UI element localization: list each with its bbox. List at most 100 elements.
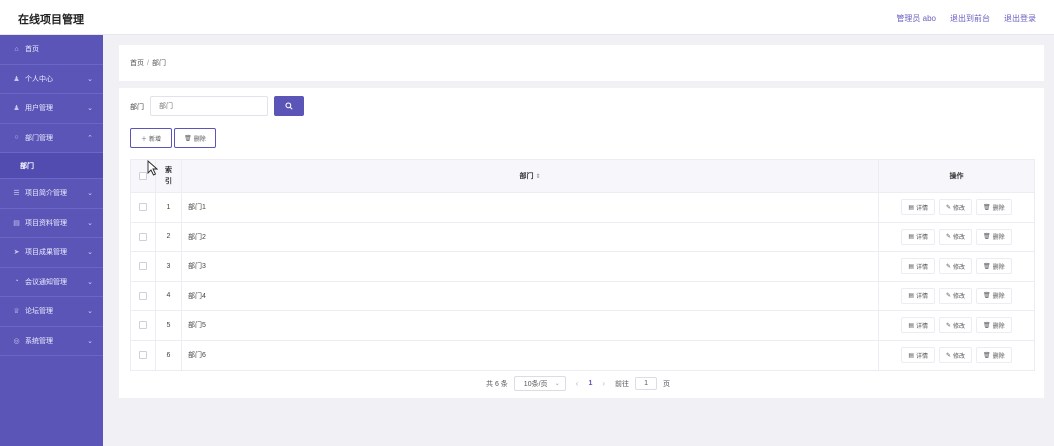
row-name: 部门3	[182, 252, 879, 281]
edit-icon: ✎	[946, 352, 952, 359]
edit-button[interactable]: ✎ 修改	[939, 317, 973, 334]
mouse-cursor-icon	[147, 160, 158, 176]
sidebar-item-home[interactable]: ⌂ 首页	[0, 35, 103, 65]
sidebar-item-dept-management[interactable]: ○ 部门管理 ⌃	[0, 123, 103, 153]
edit-button[interactable]: ✎ 修改	[939, 347, 973, 364]
document-icon: ▤	[908, 293, 914, 300]
search-button[interactable]	[274, 96, 304, 116]
breadcrumb-separator: /	[147, 60, 149, 67]
row-name: 部门6	[182, 340, 879, 370]
row-checkbox[interactable]	[139, 291, 147, 300]
delete-button[interactable]: 🗑︎ 删除	[976, 317, 1012, 334]
sidebar-item-project-intro[interactable]: ☰ 项目简介管理 ⌄	[0, 179, 103, 209]
sidebar-item-system[interactable]: ◎ 系统管理 ⌄	[0, 327, 103, 356]
detail-button[interactable]: ▤ 详情	[901, 199, 935, 216]
detail-label: 详情	[915, 235, 928, 242]
detail-button[interactable]: ▤ 详情	[901, 347, 935, 364]
breadcrumb-home[interactable]: 首页	[130, 60, 144, 67]
select-all-checkbox[interactable]	[139, 172, 147, 180]
plus-icon: ＋	[140, 136, 147, 143]
trash-icon: 🗑︎	[983, 263, 991, 270]
delete-button[interactable]: 🗑︎ 删除	[976, 199, 1012, 216]
delete-button[interactable]: 🗑︎ 删除	[976, 347, 1012, 364]
sidebar-item-label: 项目资料管理	[25, 219, 67, 227]
exit-to-front-link[interactable]: 退出到前台	[950, 13, 990, 24]
table-row: 1 部门1 ▤ 详情 ✎ 修改 🗑︎ 删除	[131, 193, 1034, 223]
delete-button[interactable]: 🗑︎ 删除	[976, 228, 1012, 245]
sort-icon: ⇕	[535, 173, 541, 180]
chevron-down-icon: ⌄	[87, 337, 93, 345]
detail-button[interactable]: ▤ 详情	[901, 258, 935, 275]
pagination: 共 6 条 10条/页 ⌄ ‹ 1 › 前往 1 页	[486, 376, 670, 391]
delete-button-label: 删除	[193, 136, 206, 143]
trash-icon: 🗑︎	[983, 204, 991, 211]
edit-button[interactable]: ✎ 修改	[939, 287, 973, 304]
user-icon: ♟	[13, 75, 20, 83]
list-icon: ☰	[13, 190, 20, 198]
page-size-select[interactable]: 10条/页 ⌄	[513, 376, 566, 391]
edit-button[interactable]: ✎ 修改	[939, 199, 973, 216]
dept-table: 索引 部门 ⇕ 操作 1 部门1 ▤ 详情 ✎ 修改 🗑︎ 删除 2 部门2 ▤ 详情 …	[130, 159, 1035, 371]
edit-button[interactable]: ✎ 修改	[939, 258, 973, 275]
row-checkbox[interactable]	[139, 232, 147, 241]
document-icon: ▤	[908, 263, 914, 270]
next-page-icon[interactable]: ›	[602, 379, 605, 388]
detail-button[interactable]: ▤ 详情	[901, 287, 935, 304]
sidebar-item-user-management[interactable]: ♟ 用户管理 ⌄	[0, 94, 103, 124]
name-header-sort[interactable]: 部门 ⇕	[182, 160, 879, 192]
row-name: 部门2	[182, 222, 879, 251]
edit-label: 修改	[953, 264, 966, 271]
edit-label: 修改	[953, 205, 966, 212]
add-button[interactable]: ＋ 新增	[130, 128, 172, 148]
chevron-down-icon: ⌄	[87, 249, 93, 256]
detail-label: 详情	[915, 323, 928, 330]
sidebar-item-label: 系统管理	[25, 337, 53, 345]
detail-button[interactable]: ▤ 详情	[901, 228, 935, 245]
add-button-label: 新增	[149, 136, 162, 143]
sidebar-item-project-materials[interactable]: ▤ 项目资料管理 ⌄	[0, 209, 103, 238]
batch-delete-button[interactable]: 🗑︎ 删除	[174, 128, 216, 148]
breadcrumb-current: 部门	[151, 60, 166, 67]
sidebar-item-forum[interactable]: ♕ 论坛管理 ⌄	[0, 297, 103, 327]
trash-icon: 🗑︎	[983, 322, 991, 329]
sidebar-item-dept[interactable]: 部门	[0, 153, 103, 179]
total-count: 共 6 条	[486, 380, 508, 388]
goto-page-input[interactable]: 1	[635, 377, 658, 390]
goto-label: 前往	[615, 380, 630, 388]
logout-link[interactable]: 退出登录	[1004, 13, 1036, 24]
detail-button[interactable]: ▤ 详情	[901, 317, 935, 334]
edit-icon: ✎	[946, 204, 952, 211]
sidebar-item-label: 会议通知管理	[25, 278, 67, 286]
search-icon	[285, 102, 293, 110]
row-index: 3	[156, 252, 182, 281]
settings-icon: ◎	[13, 337, 20, 345]
delete-button[interactable]: 🗑︎ 删除	[976, 258, 1012, 275]
delete-button[interactable]: 🗑︎ 删除	[976, 287, 1012, 304]
edit-button[interactable]: ✎ 修改	[939, 228, 973, 245]
trash-icon: 🗑︎	[983, 352, 991, 359]
row-checkbox[interactable]	[139, 262, 147, 271]
row-checkbox[interactable]	[139, 321, 147, 330]
row-checkbox[interactable]	[139, 351, 147, 360]
sidebar-item-project-results[interactable]: ➤ 项目成果管理 ⌄	[0, 238, 103, 268]
sidebar-item-personal-center[interactable]: ♟ 个人中心 ⌄	[0, 65, 103, 94]
detail-label: 详情	[915, 294, 928, 301]
document-icon: ▤	[908, 352, 914, 359]
admin-name: 管理员 abo	[896, 14, 936, 23]
home-icon: ⌂	[14, 45, 19, 53]
row-name: 部门1	[182, 193, 879, 222]
sidebar-item-meeting-notice[interactable]: ◔ 会议通知管理 ⌄	[0, 268, 103, 297]
ops-header: 操作	[949, 173, 964, 180]
sidebar-item-label: 部门管理	[25, 134, 53, 142]
sidebar-item-label: 项目成果管理	[25, 249, 67, 257]
prev-page-icon[interactable]: ‹	[576, 379, 579, 388]
table-header: 索引 部门 ⇕ 操作	[131, 160, 1034, 193]
chevron-down-icon: ⌄	[87, 105, 93, 112]
current-page[interactable]: 1	[588, 380, 592, 387]
row-checkbox[interactable]	[139, 203, 147, 212]
dept-search-input[interactable]	[150, 96, 268, 116]
row-name: 部门4	[182, 281, 879, 310]
chevron-down-icon: ⌄	[87, 278, 93, 286]
page-unit: 页	[663, 380, 671, 388]
top-header: 在线项目管理 管理员 abo 退出到前台 退出登录	[0, 0, 1054, 35]
